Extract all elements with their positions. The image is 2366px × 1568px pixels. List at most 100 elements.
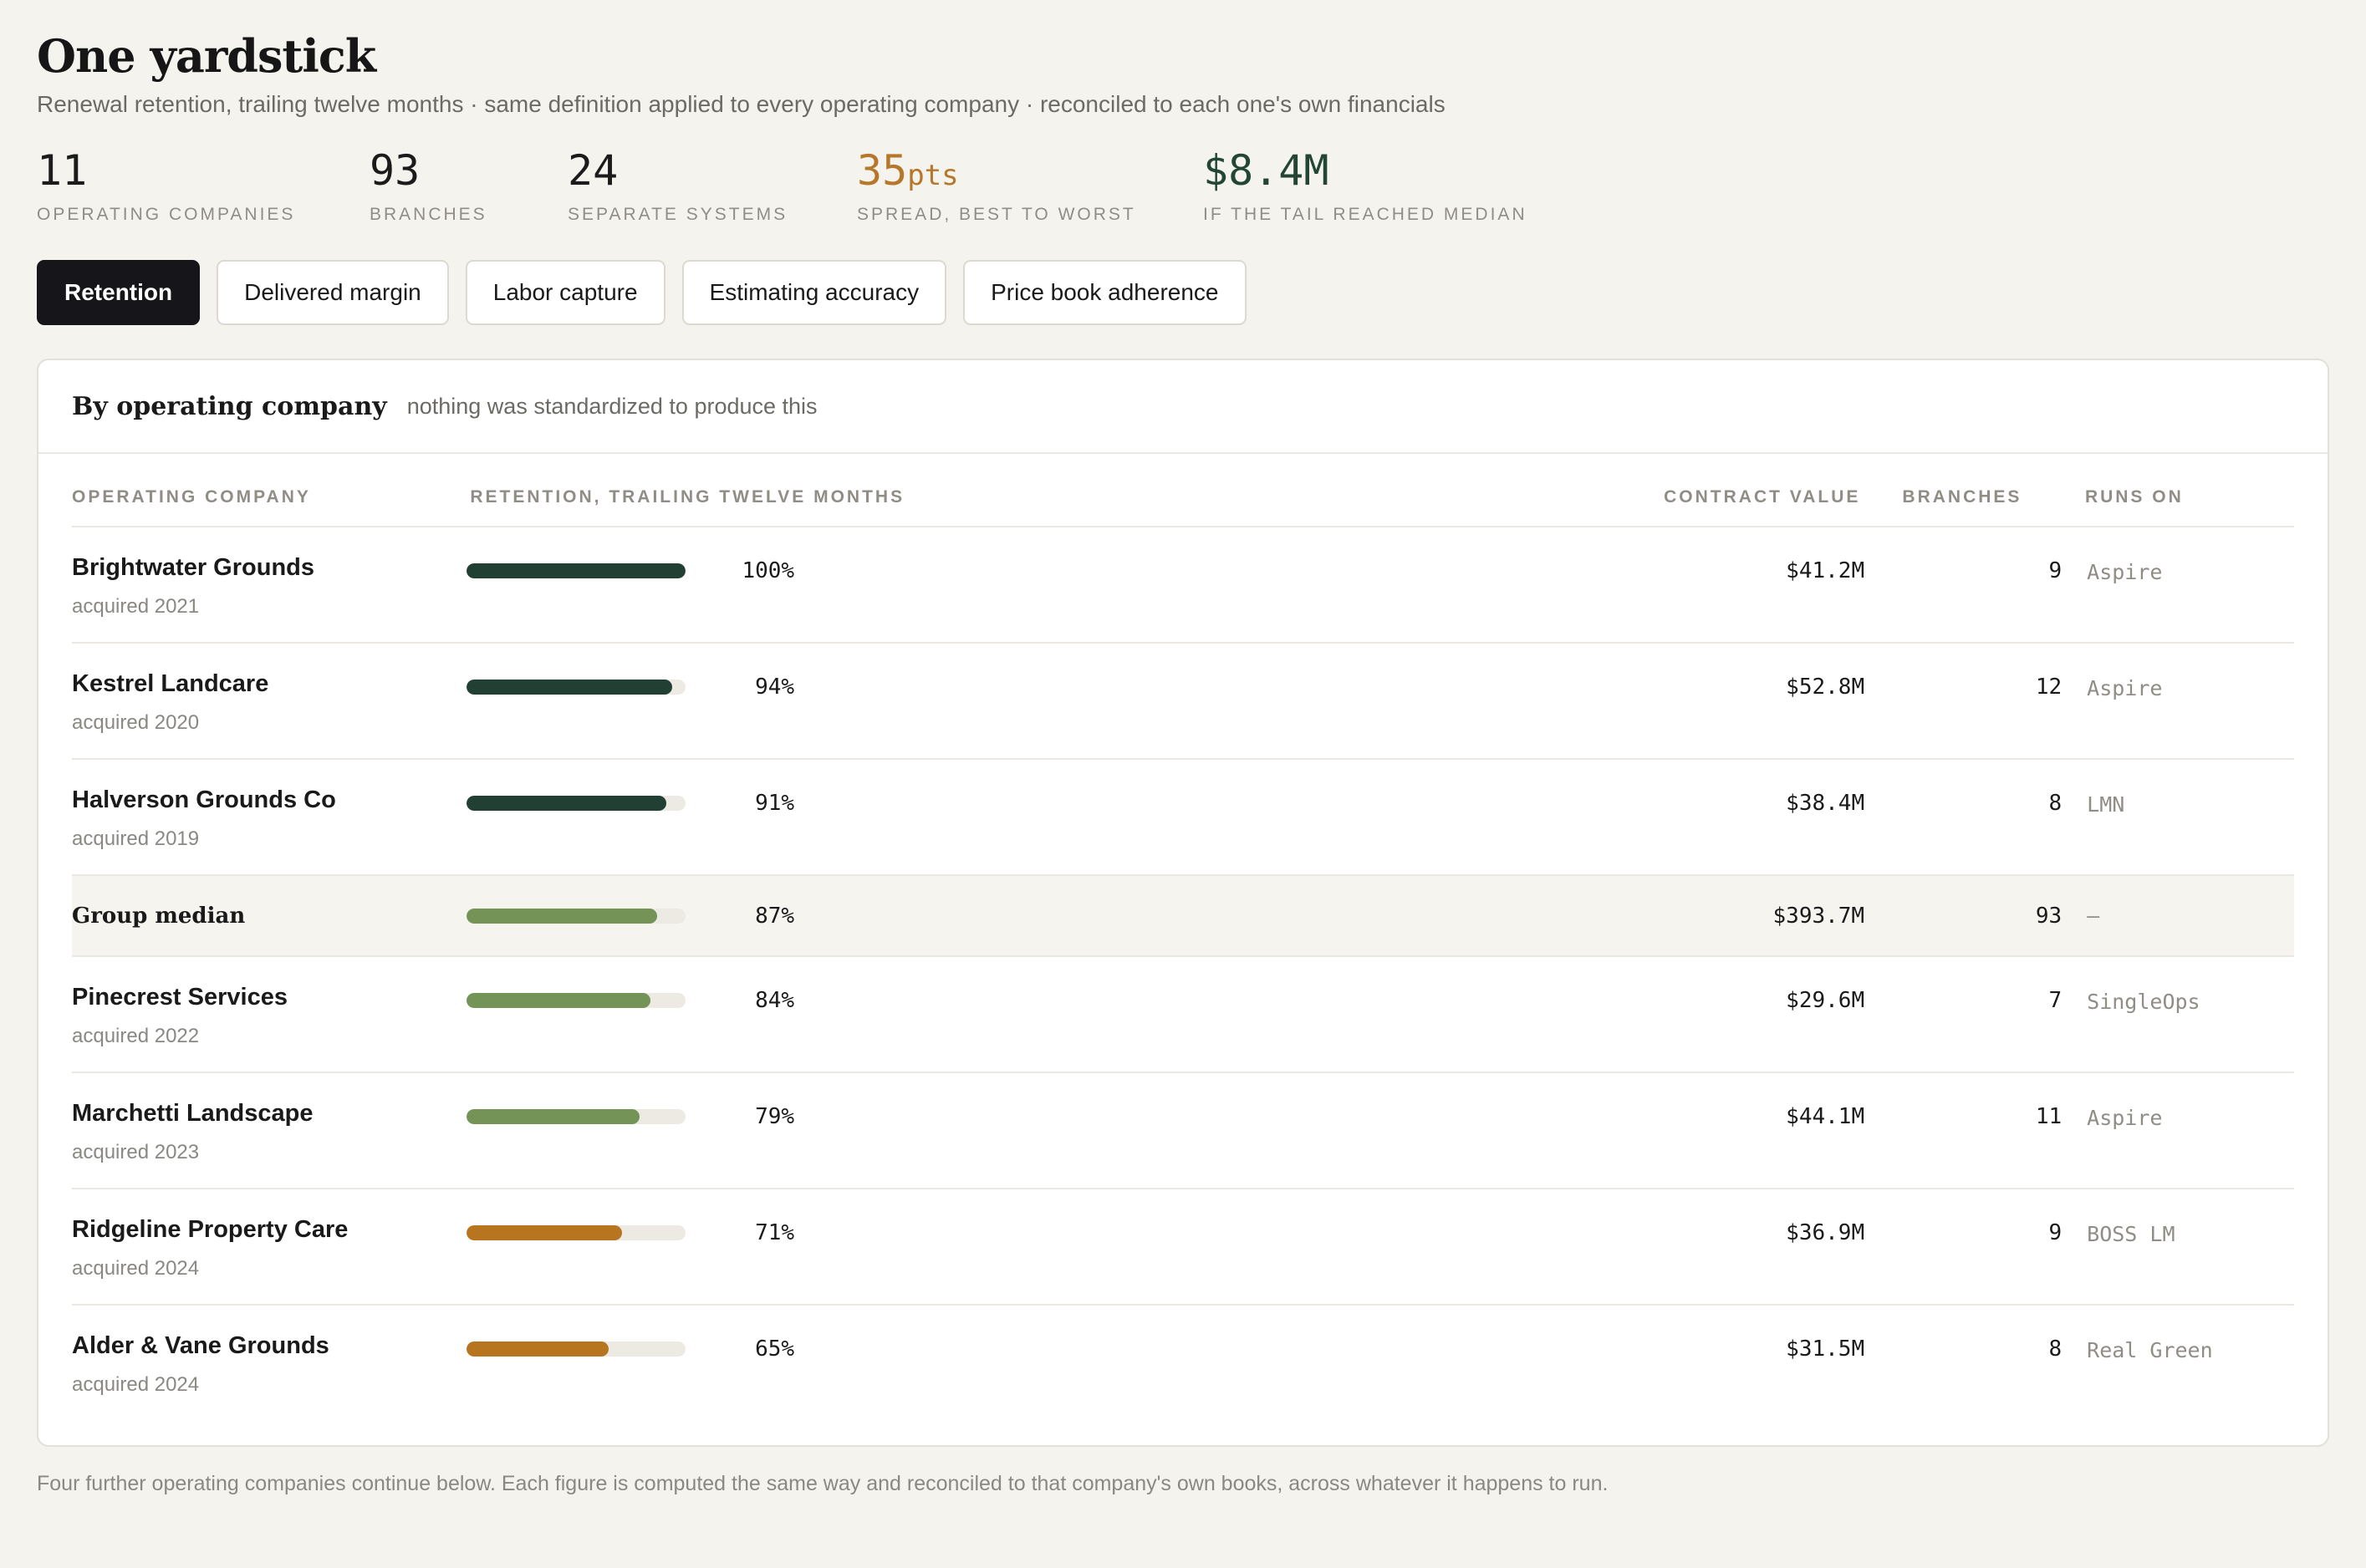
retention-value: 100% — [742, 558, 795, 584]
retention-bar-group: 94% — [467, 670, 1502, 704]
company-cell: Marchetti Landscape acquired 2023 — [72, 1100, 467, 1164]
retention-bar-track — [467, 993, 686, 1009]
company-name: Brightwater Grounds — [72, 554, 315, 582]
metric-tabs: Retention Delivered margin Labor capture… — [37, 260, 2329, 326]
contract-value: $36.9M — [1786, 1220, 1865, 1246]
retention-bar-group: 87% — [467, 904, 1502, 929]
retention-cell: 65% — [467, 1332, 1502, 1366]
branch-count: 11 — [2035, 1104, 2063, 1130]
retention-value: 79% — [755, 1104, 795, 1130]
company-cell: Group median — [72, 904, 467, 929]
company-acquired: acquired 2020 — [72, 711, 200, 735]
median-row[interactable]: Group median 87% $393.7M 93 — — [72, 876, 2294, 958]
stat-operating-companies: 11 Operating companies — [37, 150, 370, 225]
retention-cell: 84% — [467, 984, 1502, 1017]
col-header-company[interactable]: Operating company — [72, 487, 470, 507]
retention-bar-fill — [467, 993, 651, 1009]
company-name: Group median — [72, 903, 246, 929]
retention-bar-group: 65% — [467, 1332, 1502, 1366]
retention-bar-group: 71% — [467, 1216, 1502, 1250]
table-row[interactable]: Ridgeline Property Care acquired 2024 71% $… — [72, 1189, 2294, 1306]
retention-bar-track — [467, 680, 686, 695]
runs-on-system: — — [2087, 904, 2100, 929]
tab-delivered-margin[interactable]: Delivered margin — [217, 260, 449, 326]
footer-note: Four further operating companies continu… — [37, 1472, 1609, 1496]
stat-value: $8.4M — [1203, 146, 1329, 196]
company-acquired: acquired 2023 — [72, 1141, 200, 1164]
stat-separate-systems: 24 Separate systems — [568, 150, 857, 225]
table-row[interactable]: Brightwater Grounds acquired 2021 100% $41.… — [72, 527, 2294, 644]
branch-count: 12 — [2035, 675, 2063, 700]
page-subtitle: Renewal retention, trailing twelve month… — [37, 91, 1446, 118]
branch-count: 8 — [2048, 791, 2063, 817]
company-name: Alder & Vane Grounds — [72, 1332, 329, 1360]
tab-price-book-adherence[interactable]: Price book adherence — [963, 260, 1247, 326]
company-cell: Ridgeline Property Care acquired 2024 — [72, 1216, 467, 1280]
contract-value: $52.8M — [1786, 675, 1865, 700]
retention-cell: 100% — [467, 554, 1502, 588]
stat-value: 93 — [370, 146, 421, 196]
retention-cell: 87% — [467, 904, 1502, 929]
col-header-contract-value[interactable]: Contract value — [1516, 487, 1861, 507]
company-acquired: acquired 2024 — [72, 1373, 200, 1397]
company-acquired: acquired 2024 — [72, 1257, 200, 1280]
retention-bar-track — [467, 908, 686, 924]
retention-bar-fill — [467, 680, 673, 695]
stat-label: If the tail reached median — [1203, 205, 1527, 225]
runs-on-system: BOSS LM — [2087, 1222, 2175, 1247]
retention-value: 87% — [755, 903, 795, 929]
runs-on-system: Aspire — [2087, 560, 2163, 585]
page-title: One yardstick — [37, 29, 376, 83]
table-row[interactable]: Pinecrest Services acquired 2022 84% $29.6M… — [72, 957, 2294, 1074]
table-row[interactable]: Marchetti Landscape acquired 2023 79% $44.1… — [72, 1073, 2294, 1190]
retention-cell: 91% — [467, 787, 1502, 820]
retention-cell: 94% — [467, 670, 1502, 704]
contract-value: $41.2M — [1786, 558, 1865, 584]
col-header-branches[interactable]: Branches — [1860, 487, 2060, 507]
tab-retention[interactable]: Retention — [37, 260, 201, 326]
retention-bar-track — [467, 1341, 686, 1357]
runs-on-system: Aspire — [2087, 676, 2163, 701]
company-name: Kestrel Landcare — [72, 670, 269, 698]
retention-bar-group: 91% — [467, 787, 1502, 820]
company-cell: Alder & Vane Grounds acquired 2024 — [72, 1332, 467, 1397]
stat-label: Separate systems — [568, 205, 788, 225]
company-cell: Halverson Grounds Co acquired 2019 — [72, 787, 467, 851]
page: One yardstick Renewal retention, trailin… — [0, 0, 2366, 1496]
stat-label: Branches — [370, 205, 487, 225]
card-note: nothing was standardized to produce this — [406, 393, 818, 419]
table-row[interactable]: Halverson Grounds Co acquired 2019 91% $38.… — [72, 760, 2294, 877]
runs-on-system: Aspire — [2087, 1106, 2163, 1131]
contract-value: $31.5M — [1786, 1336, 1865, 1362]
contract-value: $44.1M — [1786, 1104, 1865, 1130]
col-header-runs-on[interactable]: Runs on — [2060, 487, 2294, 507]
company-table: Operating company Retention, trailing tw… — [38, 454, 2328, 1422]
table-row[interactable]: Alder & Vane Grounds acquired 2024 65% $31.… — [72, 1306, 2294, 1422]
stat-spread: 35pts Spread, best to worst — [857, 150, 1203, 225]
retention-bar-track — [467, 1225, 686, 1241]
card-header: By operating company nothing was standar… — [38, 360, 2328, 455]
retention-cell: 71% — [467, 1216, 1502, 1250]
contract-value: $393.7M — [1772, 903, 1865, 929]
branch-count: 8 — [2048, 1336, 2063, 1362]
card-title: By operating company — [72, 391, 387, 421]
branch-count: 9 — [2048, 1220, 2063, 1246]
retention-value: 94% — [755, 675, 795, 700]
retention-bar-group: 79% — [467, 1100, 1502, 1133]
retention-value: 91% — [755, 791, 795, 817]
col-header-retention[interactable]: Retention, trailing twelve months — [470, 487, 1515, 507]
tab-estimating-accuracy[interactable]: Estimating accuracy — [681, 260, 947, 326]
tab-labor-capture[interactable]: Labor capture — [465, 260, 665, 326]
stat-tail-median: $8.4M If the tail reached median — [1203, 150, 1527, 225]
stat-value: 24 — [568, 146, 619, 196]
retention-value: 71% — [755, 1220, 795, 1246]
retention-bar-track — [467, 563, 686, 579]
company-cell: Brightwater Grounds acquired 2021 — [72, 554, 467, 619]
stat-label: Operating companies — [37, 205, 296, 225]
company-acquired: acquired 2021 — [72, 595, 200, 619]
runs-on-system: Real Green — [2087, 1338, 2213, 1363]
table-row[interactable]: Kestrel Landcare acquired 2020 94% $52.8M 12… — [72, 644, 2294, 761]
contract-value: $38.4M — [1786, 791, 1865, 817]
retention-bar-group: 100% — [467, 554, 1502, 588]
retention-bar-fill — [467, 1225, 623, 1241]
